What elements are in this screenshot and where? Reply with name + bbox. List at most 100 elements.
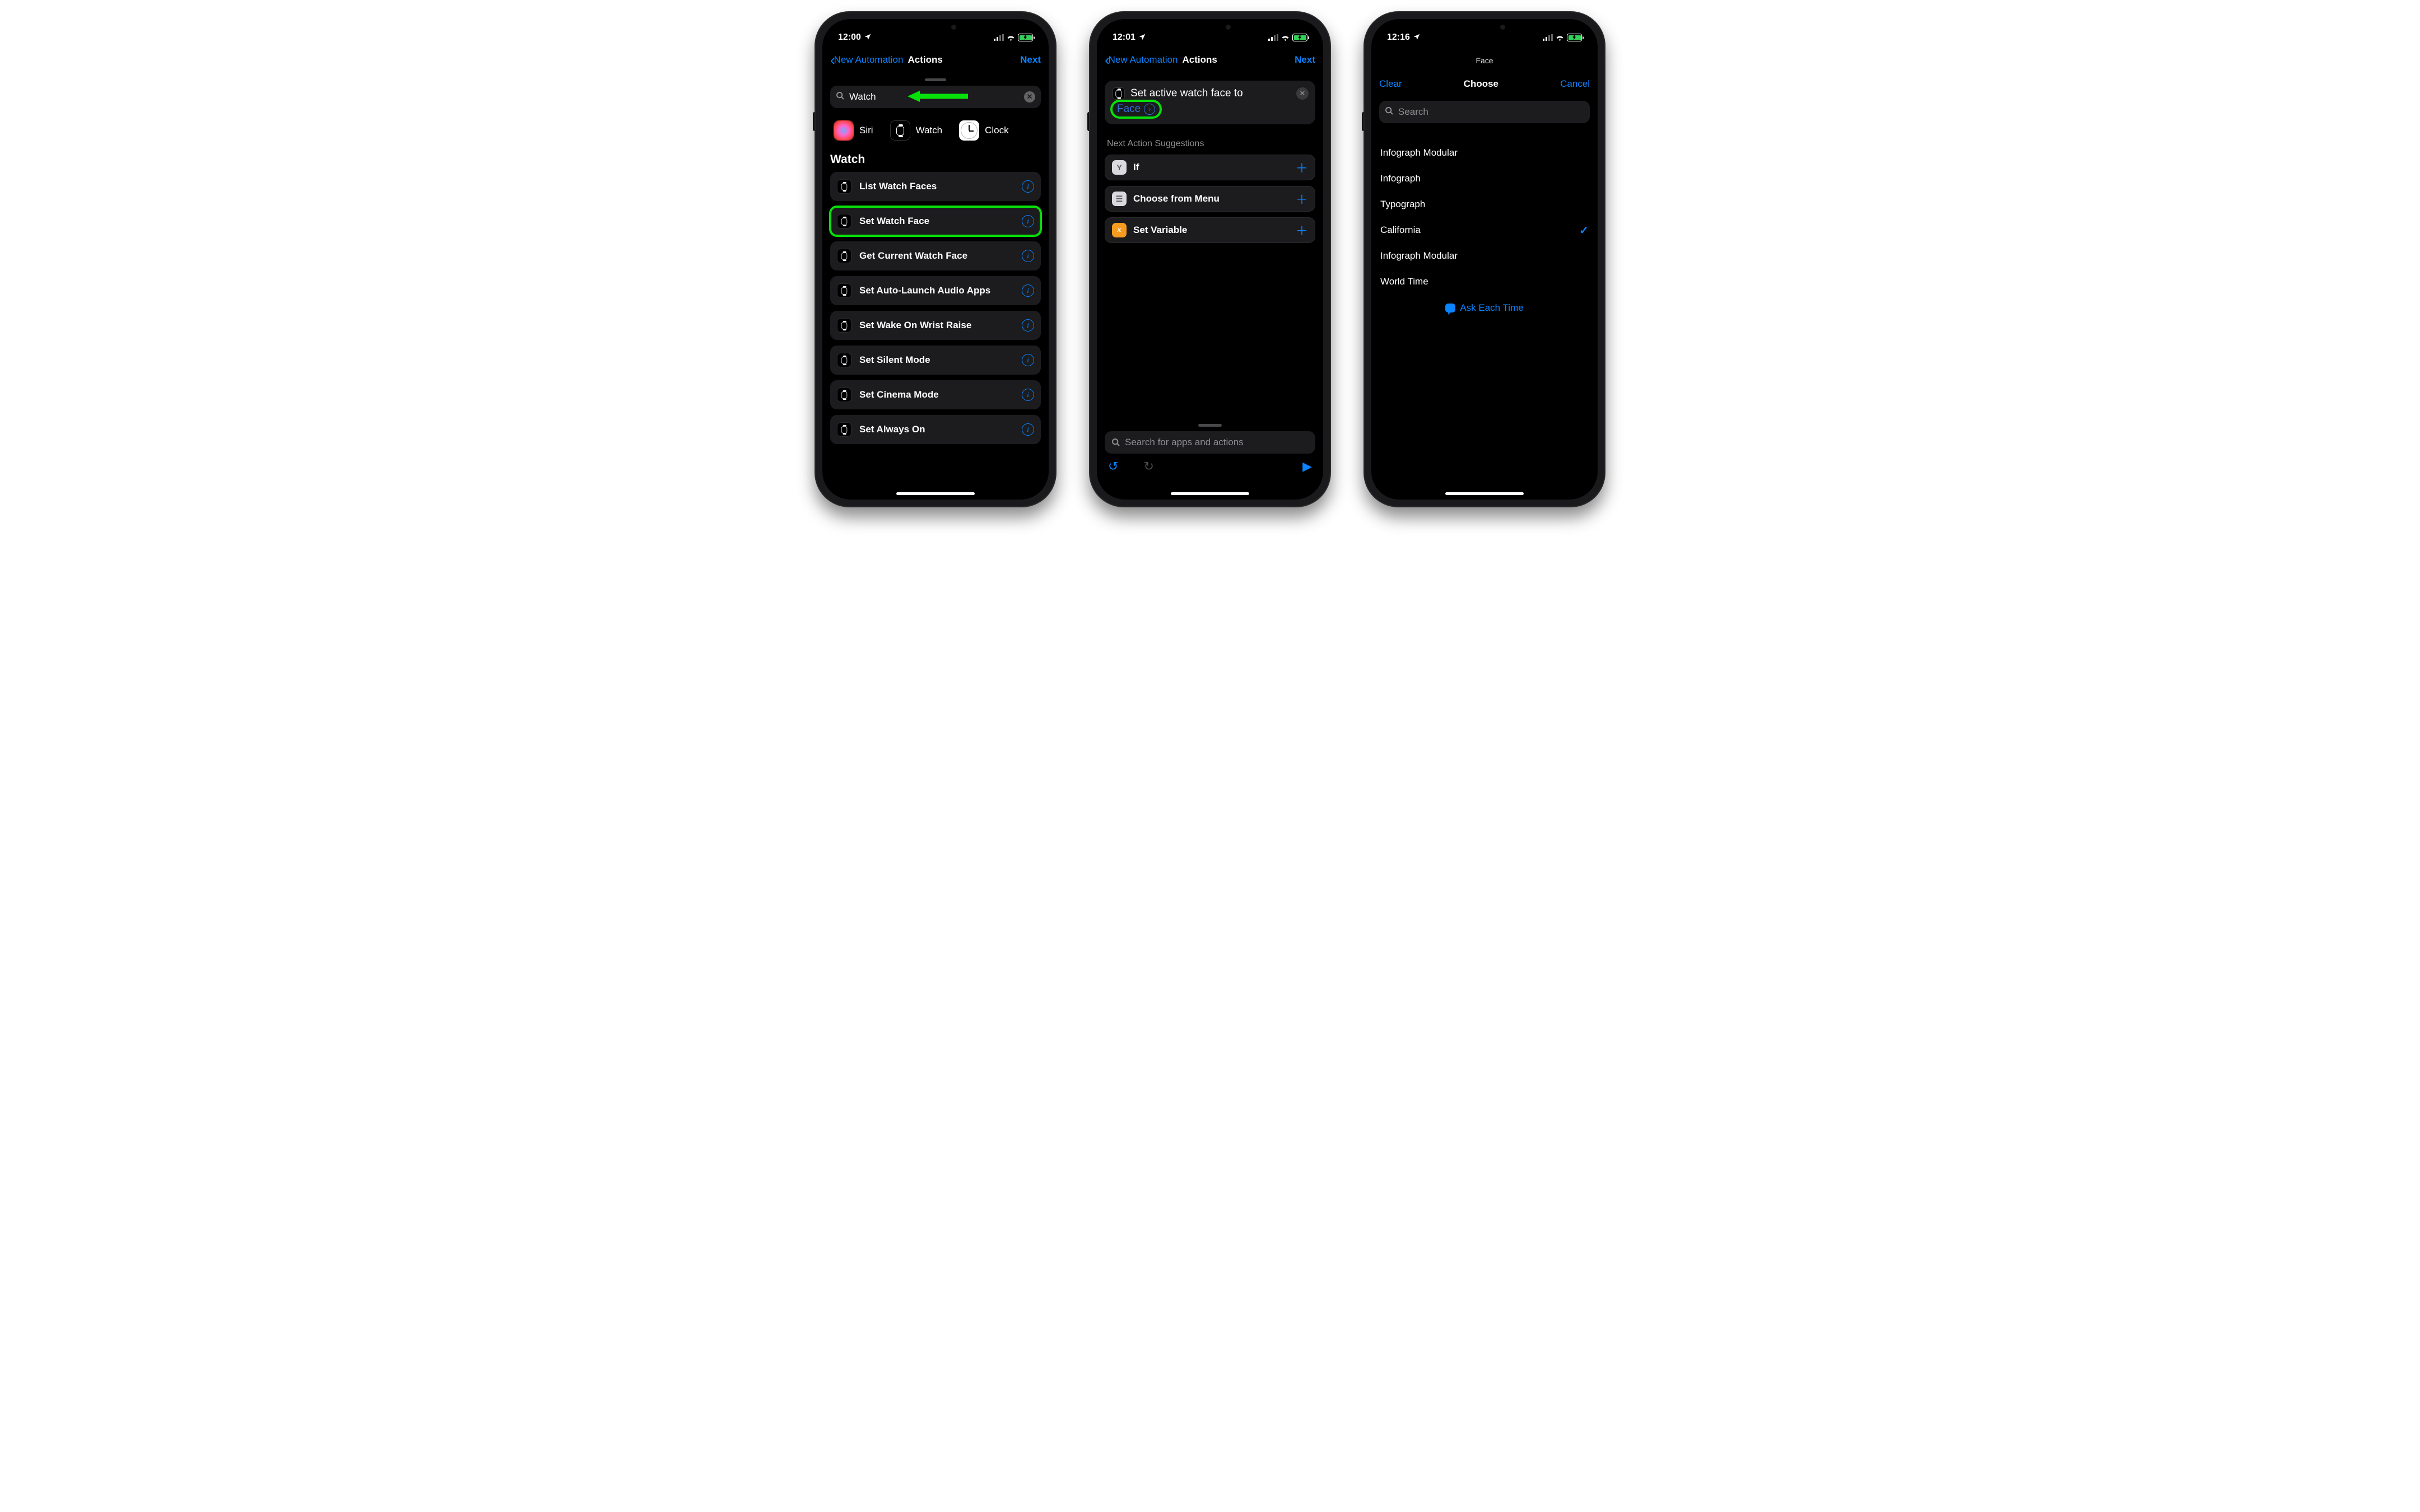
screen-2: 12:01 ‹ New Automation Actions Next: [1097, 19, 1323, 500]
app-watch[interactable]: Watch: [890, 120, 943, 141]
search-input[interactable]: [849, 91, 1020, 102]
add-icon[interactable]: ＋: [1296, 190, 1308, 208]
status-time: 12:00: [838, 32, 861, 43]
phone-3: 12:16 Face Clear Choose Cancel: [1363, 11, 1605, 507]
action-row[interactable]: List Watch Facesi: [830, 172, 1041, 201]
suggestion-row[interactable]: xSet Variable＋: [1105, 217, 1315, 243]
add-icon[interactable]: ＋: [1296, 221, 1308, 239]
app-chips: Siri Watch Clock: [830, 108, 1041, 151]
notch: [1442, 19, 1527, 36]
option-row[interactable]: Infograph: [1379, 166, 1590, 192]
app-clock[interactable]: Clock: [959, 120, 1009, 141]
search-field[interactable]: ✕: [830, 86, 1041, 108]
next-button[interactable]: Next: [1295, 54, 1315, 66]
home-indicator[interactable]: [1171, 492, 1249, 495]
option-row[interactable]: Typograph: [1379, 192, 1590, 217]
action-row[interactable]: Set Silent Modei: [830, 346, 1041, 375]
clear-button[interactable]: Clear: [1379, 78, 1402, 90]
sheet-grabber[interactable]: [925, 78, 946, 81]
cancel-button[interactable]: Cancel: [1560, 78, 1590, 90]
option-label: Infograph: [1380, 173, 1421, 184]
location-icon: [1413, 33, 1421, 43]
bottom-panel: Search for apps and actions ↺ ↻ ▶: [1105, 424, 1315, 474]
info-icon[interactable]: i: [1022, 354, 1034, 366]
suggestion-icon: Y: [1112, 160, 1127, 175]
watch-icon: [837, 214, 851, 228]
info-icon[interactable]: i: [1022, 423, 1034, 436]
suggestion-icon: x: [1112, 223, 1127, 237]
info-icon[interactable]: i: [1022, 180, 1034, 193]
watch-icon: [1113, 87, 1125, 100]
home-indicator[interactable]: [1445, 492, 1524, 495]
play-icon[interactable]: ▶: [1302, 459, 1312, 474]
clear-icon[interactable]: ✕: [1024, 91, 1035, 102]
disclosure-icon: ›: [1144, 104, 1155, 115]
picker-header: Clear Choose Cancel: [1371, 65, 1598, 90]
screen-3: 12:16 Face Clear Choose Cancel: [1371, 19, 1598, 500]
toolbar: ↺ ↻ ▶: [1105, 454, 1315, 474]
info-icon[interactable]: i: [1022, 284, 1034, 297]
back-label: New Automation: [1109, 54, 1178, 66]
option-label: Infograph Modular: [1380, 250, 1458, 262]
check-icon: ✓: [1579, 223, 1589, 237]
suggestions-header: Next Action Suggestions: [1107, 139, 1315, 149]
action-row[interactable]: Set Auto-Launch Audio Appsi: [830, 276, 1041, 305]
redo-icon[interactable]: ↻: [1144, 459, 1154, 474]
home-indicator[interactable]: [896, 492, 975, 495]
option-row[interactable]: Infograph Modular: [1379, 243, 1590, 269]
option-row[interactable]: World Time: [1379, 269, 1590, 295]
suggestion-row[interactable]: Y If ＋: [1105, 155, 1315, 180]
suggestion-label: If: [1133, 162, 1289, 173]
option-row[interactable]: California✓: [1379, 217, 1590, 243]
info-icon[interactable]: i: [1022, 319, 1034, 332]
sheet-grabber[interactable]: [1198, 424, 1222, 427]
search-field[interactable]: Search for apps and actions: [1105, 431, 1315, 454]
search-field[interactable]: [1379, 101, 1590, 123]
search-input[interactable]: [1398, 106, 1584, 118]
info-icon[interactable]: i: [1022, 389, 1034, 401]
info-icon[interactable]: i: [1022, 250, 1034, 262]
picker-title: Choose: [1464, 78, 1498, 90]
face-param-pill[interactable]: Face ›: [1113, 102, 1160, 116]
status-time: 12:16: [1387, 32, 1410, 43]
clock-icon: [959, 120, 979, 141]
speech-icon: [1445, 304, 1455, 312]
search-icon: [1385, 106, 1394, 118]
app-label: Clock: [985, 125, 1009, 136]
suggestion-row[interactable]: ☰Choose from Menu＋: [1105, 186, 1315, 212]
phone-2: 12:01 ‹ New Automation Actions Next: [1089, 11, 1331, 507]
watch-icon: [890, 120, 910, 141]
option-label: Typograph: [1380, 199, 1425, 210]
undo-icon[interactable]: ↺: [1108, 459, 1118, 474]
cellular-icon: [1543, 34, 1553, 41]
watch-icon: [837, 318, 851, 333]
action-card[interactable]: ✕ Set active watch face to Face ›: [1105, 81, 1315, 124]
back-button[interactable]: ‹ New Automation: [830, 54, 903, 66]
app-siri[interactable]: Siri: [834, 120, 873, 141]
search-placeholder: Search for apps and actions: [1125, 437, 1244, 448]
info-icon[interactable]: i: [1022, 215, 1034, 227]
watch-icon: [837, 249, 851, 263]
action-row[interactable]: Set Watch Face i: [830, 207, 1041, 236]
action-row[interactable]: Set Wake On Wrist Raisei: [830, 311, 1041, 340]
nav-title: Actions: [908, 54, 942, 66]
cellular-icon: [1268, 34, 1278, 41]
action-label: Set Always On: [859, 424, 1014, 435]
ask-each-time[interactable]: Ask Each Time: [1379, 302, 1590, 314]
option-row[interactable]: Infograph Modular: [1379, 140, 1590, 166]
action-row[interactable]: Set Cinema Modei: [830, 380, 1041, 409]
back-button[interactable]: ‹ New Automation: [1105, 54, 1178, 66]
nav-bar: ‹ New Automation Actions Next: [822, 47, 1049, 73]
next-button[interactable]: Next: [1020, 54, 1041, 66]
close-icon[interactable]: ✕: [1296, 87, 1309, 100]
location-icon: [1138, 33, 1146, 43]
add-icon[interactable]: ＋: [1296, 158, 1308, 176]
action-row[interactable]: Set Always On i: [830, 415, 1041, 444]
watch-icon: [837, 422, 851, 437]
option-list: Infograph Modular Infograph Typograph Calif…: [1379, 140, 1590, 295]
suggestion-icon: ☰: [1112, 192, 1127, 206]
watch-icon: [837, 283, 851, 298]
notch: [1168, 19, 1252, 36]
action-row[interactable]: Get Current Watch Facei: [830, 241, 1041, 270]
action-label: Set Watch Face: [859, 216, 1014, 227]
